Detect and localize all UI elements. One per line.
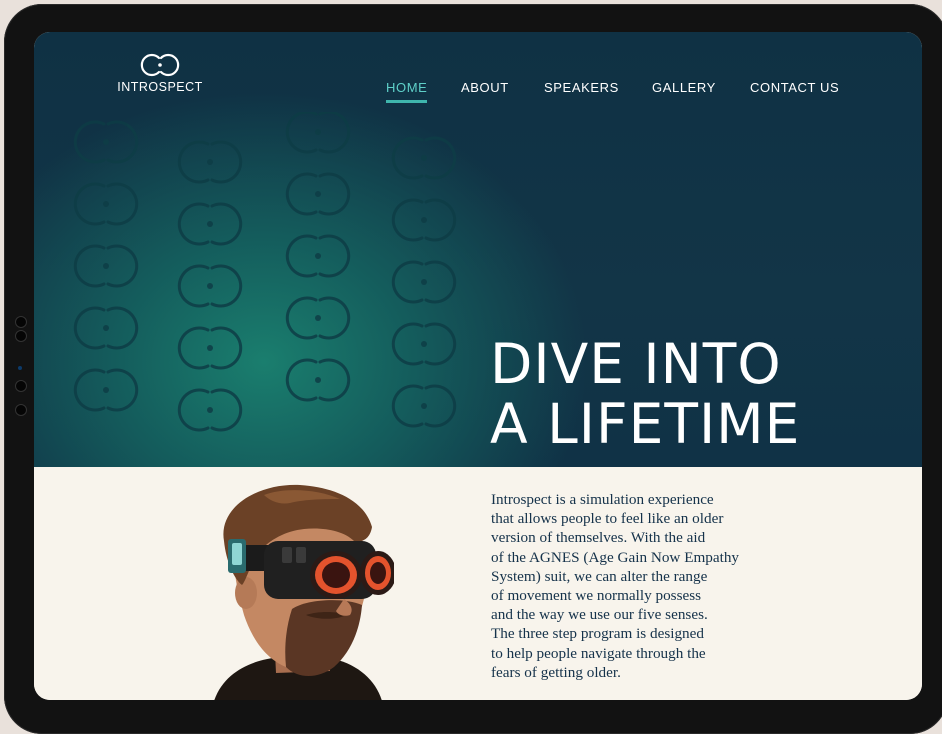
ring-motif xyxy=(177,388,243,432)
nav-contact-us-label: CONTACT US xyxy=(750,80,840,95)
about-line: that allows people to feel like an older xyxy=(491,510,724,528)
active-nav-indicator xyxy=(386,100,428,103)
nav-gallery-label: GALLERY xyxy=(652,80,716,95)
interlocking-rings-logo-icon xyxy=(140,53,180,77)
about-line: and the way we use our five senses. xyxy=(491,606,708,624)
ring-motif xyxy=(73,306,139,350)
camera-dot xyxy=(15,380,27,392)
ring-motif xyxy=(391,198,457,242)
ring-motif xyxy=(391,384,457,428)
sensor-dot xyxy=(18,366,22,370)
ring-motif xyxy=(177,326,243,370)
ring-motif xyxy=(73,244,139,288)
about-line: fears of getting older. xyxy=(491,663,621,681)
nav-about-label: ABOUT xyxy=(461,80,509,95)
about-section: Introspect is a simulation experience th… xyxy=(34,467,922,700)
brand-name: INTROSPECT xyxy=(117,80,203,94)
about-line: The three step program is designed xyxy=(491,625,704,643)
nav-about[interactable]: ABOUT xyxy=(461,80,509,95)
ring-motif xyxy=(177,140,243,184)
ring-motif xyxy=(391,136,457,180)
vr-goggles-man-image xyxy=(214,484,394,700)
about-line: Introspect is a simulation experience xyxy=(491,491,714,508)
headline-line-2: A LIFETIME xyxy=(490,392,801,456)
ring-motif xyxy=(73,182,139,226)
nav-home[interactable]: HOME xyxy=(386,80,428,103)
hero-headline: DIVE INTO A LIFETIME xyxy=(490,334,800,454)
ring-motif xyxy=(285,358,351,402)
about-line: System) suit, we can alter the range xyxy=(491,567,708,585)
about-line: of movement we normally possess xyxy=(491,587,702,605)
nav-home-label: HOME xyxy=(386,80,428,95)
ring-motif xyxy=(285,296,351,340)
about-line: version of themselves. With the aid xyxy=(491,529,706,547)
ring-motif xyxy=(177,264,243,308)
ring-motif xyxy=(285,234,351,278)
ring-motif xyxy=(73,120,139,164)
nav-speakers[interactable]: SPEAKERS xyxy=(544,80,619,95)
about-description: Introspect is a simulation experience th… xyxy=(491,490,791,682)
ring-motif xyxy=(285,172,351,216)
about-line: of the AGNES (Age Gain Now Empathy xyxy=(491,548,740,566)
camera-dot xyxy=(15,404,27,416)
nav-speakers-label: SPEAKERS xyxy=(544,80,619,95)
camera-dot xyxy=(15,316,27,328)
rings-pattern-background xyxy=(73,112,457,432)
website-screen: INTROSPECT HOME ABOUT SPEAKERS GALLERY C… xyxy=(34,32,922,700)
hero-section: INTROSPECT HOME ABOUT SPEAKERS GALLERY C… xyxy=(34,32,922,467)
ring-motif xyxy=(391,322,457,366)
headline-line-1: DIVE INTO xyxy=(490,332,782,396)
ring-motif xyxy=(285,112,351,154)
ring-motif xyxy=(391,260,457,304)
ring-motif xyxy=(73,368,139,412)
brand-logo[interactable]: INTROSPECT xyxy=(114,52,206,94)
nav-gallery[interactable]: GALLERY xyxy=(652,80,716,95)
ring-motif xyxy=(177,202,243,246)
nav-contact-us[interactable]: CONTACT US xyxy=(750,80,839,95)
about-line: to help people navigate through the xyxy=(491,644,706,662)
camera-dot xyxy=(15,330,27,342)
